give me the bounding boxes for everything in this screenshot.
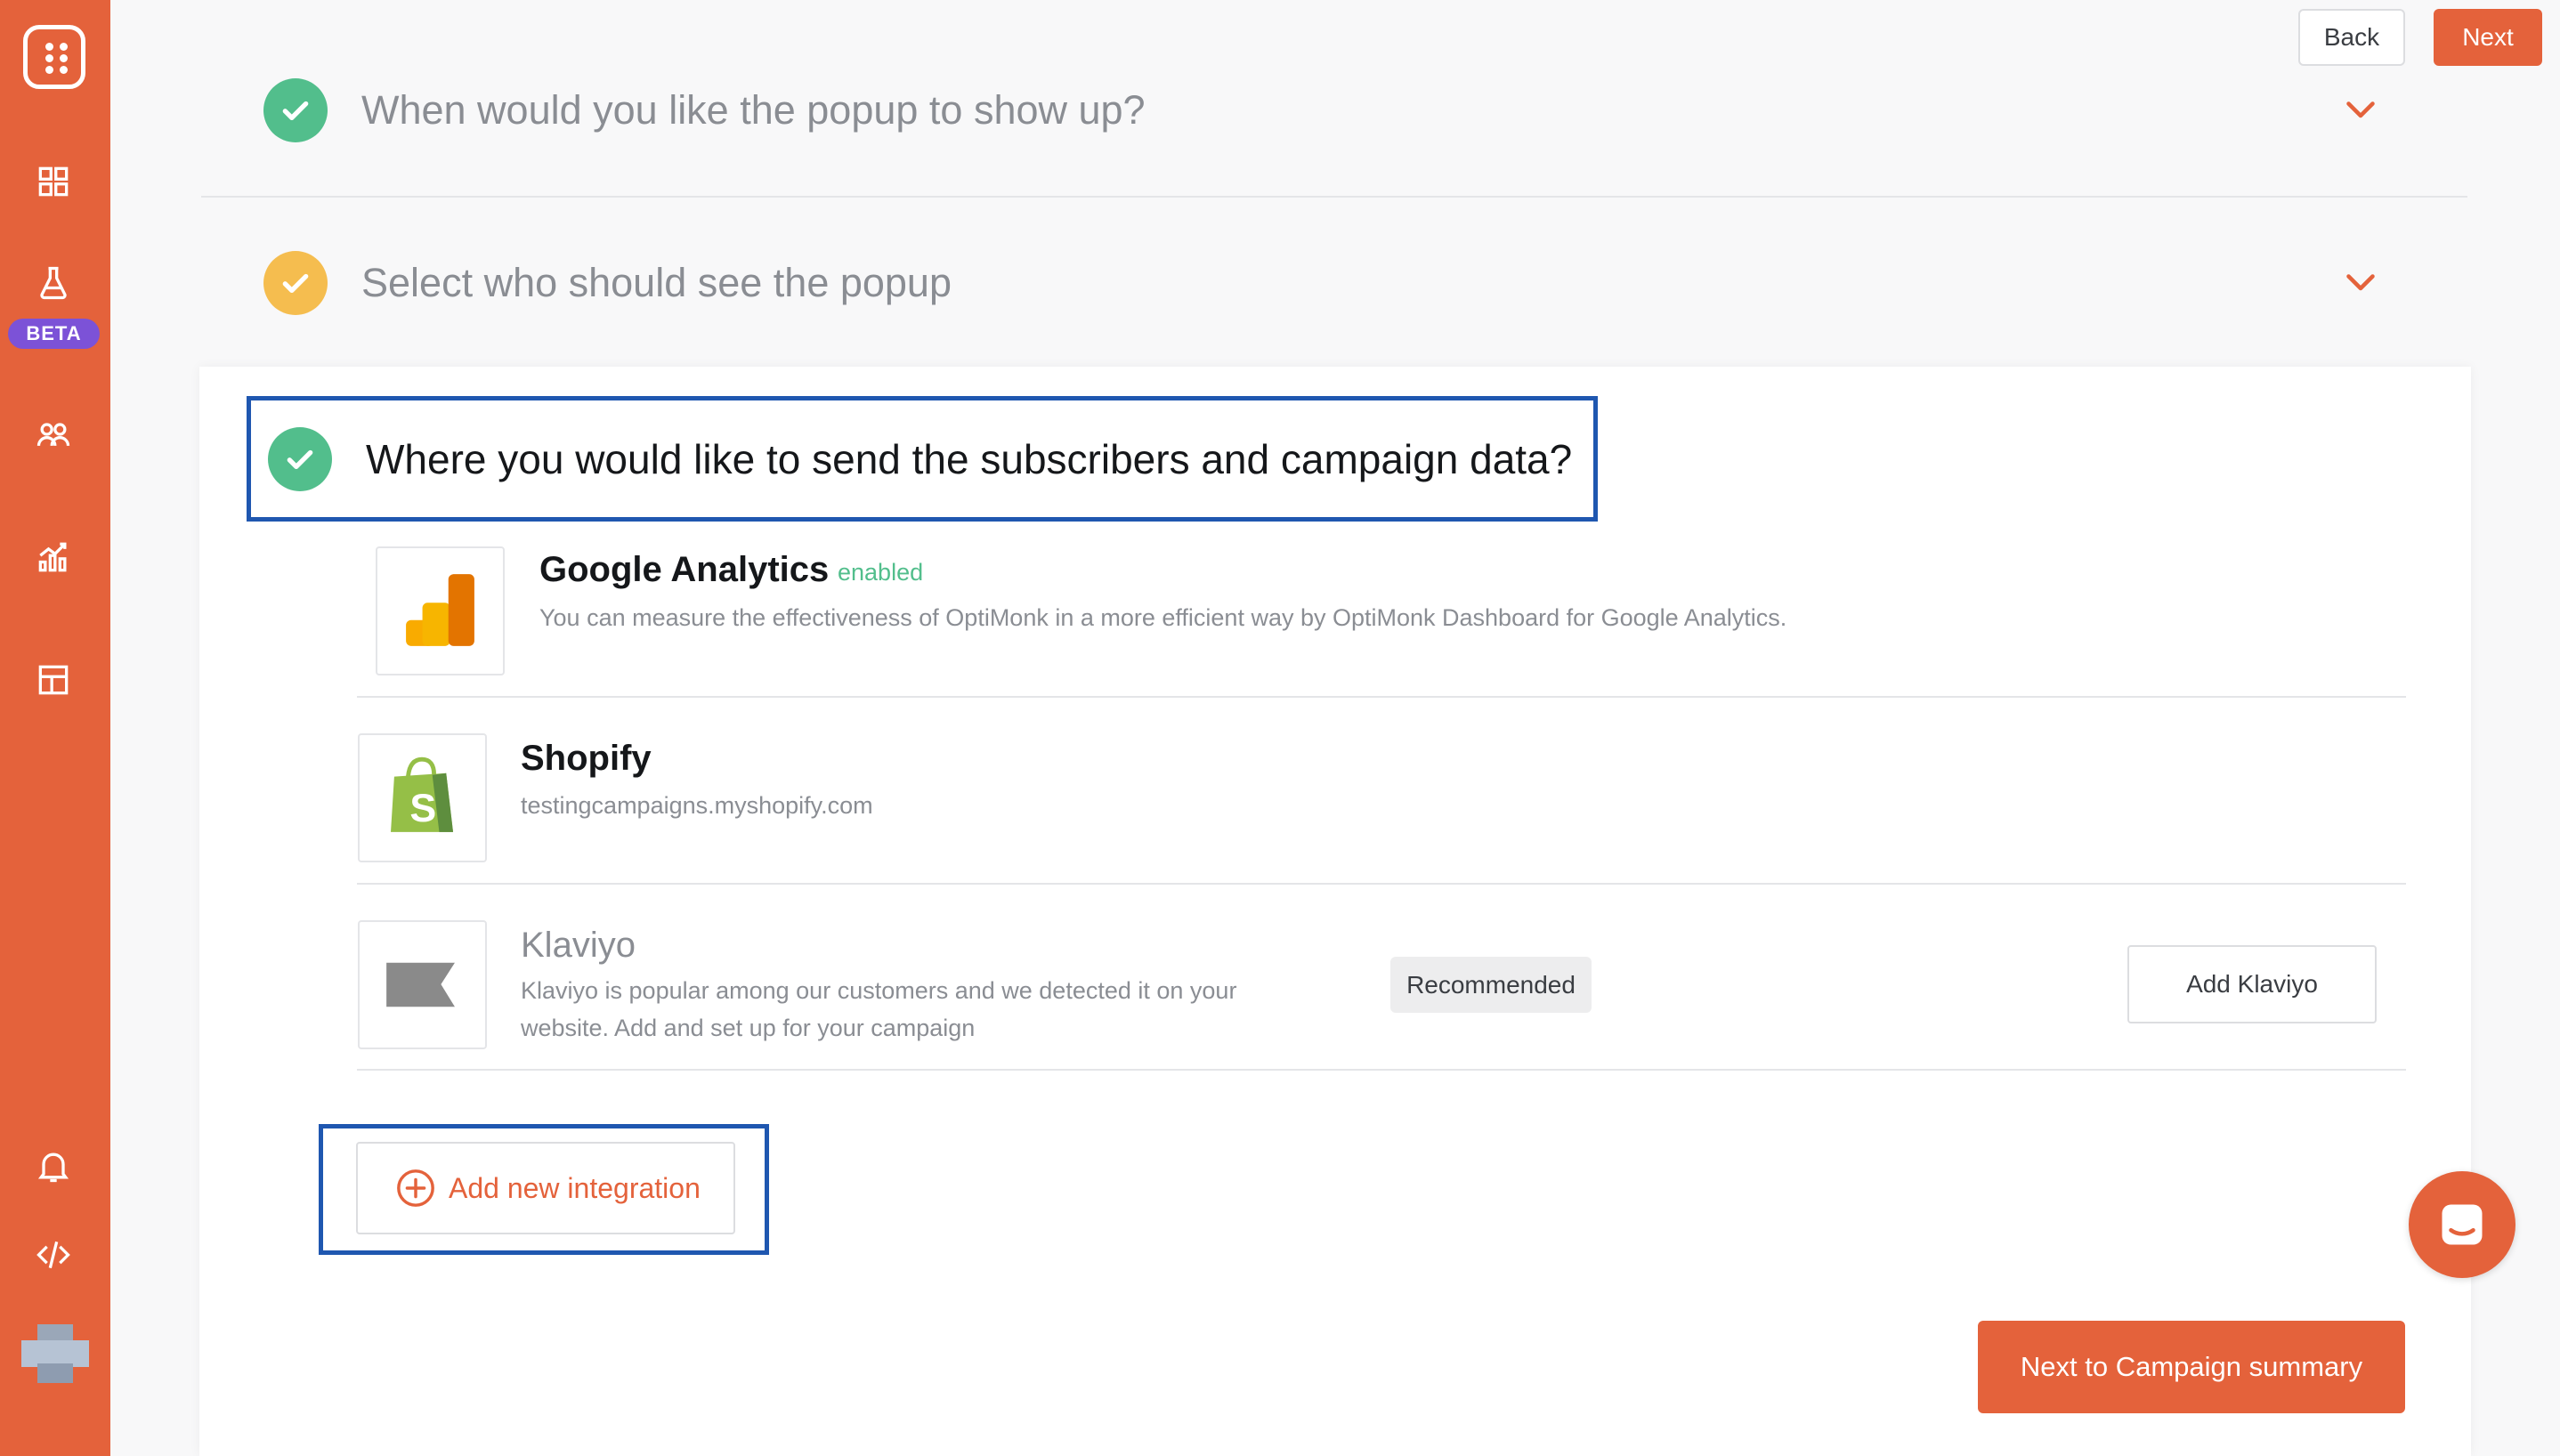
check-icon	[263, 251, 328, 315]
divider	[357, 1069, 2406, 1071]
recommended-badge: Recommended	[1390, 957, 1592, 1013]
code-icon[interactable]	[34, 1235, 73, 1274]
users-icon[interactable]	[34, 415, 73, 454]
add-integration-button[interactable]: Add new integration	[356, 1142, 735, 1234]
section-title: When would you like the popup to show up…	[361, 87, 1146, 133]
shopify-logo: S	[358, 733, 487, 862]
plus-circle-icon	[397, 1169, 434, 1207]
section-integrations-header: Where you would like to send the subscri…	[247, 396, 1598, 522]
next-button[interactable]: Next	[2434, 9, 2542, 66]
chat-icon	[2442, 1204, 2483, 1245]
integration-description: testingcampaigns.myshopify.com	[521, 792, 873, 819]
layout-icon[interactable]	[34, 660, 73, 700]
grid-icon[interactable]	[34, 162, 73, 201]
section-who[interactable]: Select who should see the popup	[263, 251, 952, 315]
integrations-card	[199, 367, 2471, 1456]
description-line: website. Add and set up for your campaig…	[521, 1015, 976, 1041]
integration-name: Google Analytics	[539, 550, 830, 589]
section-title: Select who should see the popup	[361, 260, 952, 305]
back-button[interactable]: Back	[2298, 9, 2405, 66]
optimonk-logo[interactable]	[23, 25, 85, 89]
divider	[357, 883, 2406, 885]
beta-badge: BETA	[8, 319, 100, 349]
description-line: Klaviyo is popular among our customers a…	[521, 977, 1237, 1004]
bell-icon[interactable]	[34, 1146, 73, 1185]
check-icon	[268, 426, 332, 491]
flask-icon[interactable]	[34, 263, 73, 303]
chat-widget-button[interactable]	[2409, 1171, 2515, 1278]
chart-icon[interactable]	[34, 538, 73, 577]
klaviyo-logo	[358, 920, 487, 1049]
integration-description: Klaviyo is popular among our customers a…	[521, 972, 1236, 1047]
svg-text:S: S	[409, 787, 436, 830]
divider	[201, 196, 2467, 198]
sidebar: BETA	[0, 0, 110, 1456]
add-integration-label: Add new integration	[449, 1171, 701, 1204]
integration-description: You can measure the effectiveness of Opt…	[539, 604, 1787, 631]
integration-name: Klaviyo	[521, 926, 636, 965]
section-title: Where you would like to send the subscri…	[366, 435, 1573, 482]
integration-name: Shopify	[521, 739, 652, 778]
section-when[interactable]: When would you like the popup to show up…	[263, 78, 1146, 142]
divider	[357, 696, 2406, 698]
add-klaviyo-button[interactable]: Add Klaviyo	[2127, 945, 2377, 1023]
google-analytics-logo	[376, 546, 505, 675]
check-icon	[263, 78, 328, 142]
chevron-down-icon[interactable]	[2345, 100, 2377, 121]
chevron-down-icon[interactable]	[2345, 272, 2377, 294]
status-badge: enabled	[838, 559, 924, 586]
next-to-summary-button[interactable]: Next to Campaign summary	[1978, 1321, 2405, 1413]
avatar[interactable]	[21, 1324, 89, 1383]
